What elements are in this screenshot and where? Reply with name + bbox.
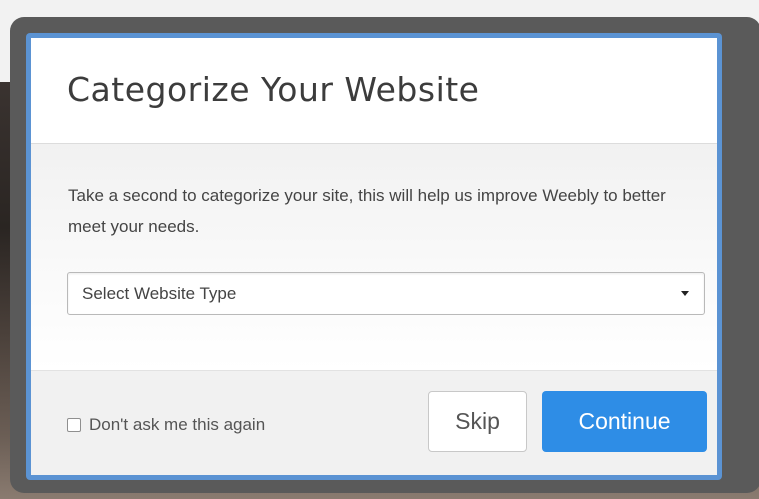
modal-footer: Don't ask me this again Skip Continue <box>31 370 717 475</box>
continue-button[interactable]: Continue <box>542 391 707 452</box>
modal-title: Categorize Your Website <box>67 70 480 109</box>
dont-ask-again-checkbox[interactable] <box>67 418 81 432</box>
skip-button[interactable]: Skip <box>428 391 527 452</box>
categorize-website-modal: Categorize Your Website Take a second to… <box>26 33 722 480</box>
dont-ask-again-option[interactable]: Don't ask me this again <box>67 415 265 435</box>
modal-description: Take a second to categorize your site, t… <box>68 186 666 236</box>
dont-ask-again-label[interactable]: Don't ask me this again <box>89 415 265 435</box>
caret-down-icon <box>681 291 689 296</box>
website-type-select-value: Select Website Type <box>82 284 237 303</box>
modal-header: Categorize Your Website <box>31 38 717 144</box>
modal-content: Categorize Your Website Take a second to… <box>31 38 717 475</box>
modal-body: Take a second to categorize your site, t… <box>31 144 717 370</box>
website-type-select[interactable]: Select Website Type <box>67 272 705 315</box>
